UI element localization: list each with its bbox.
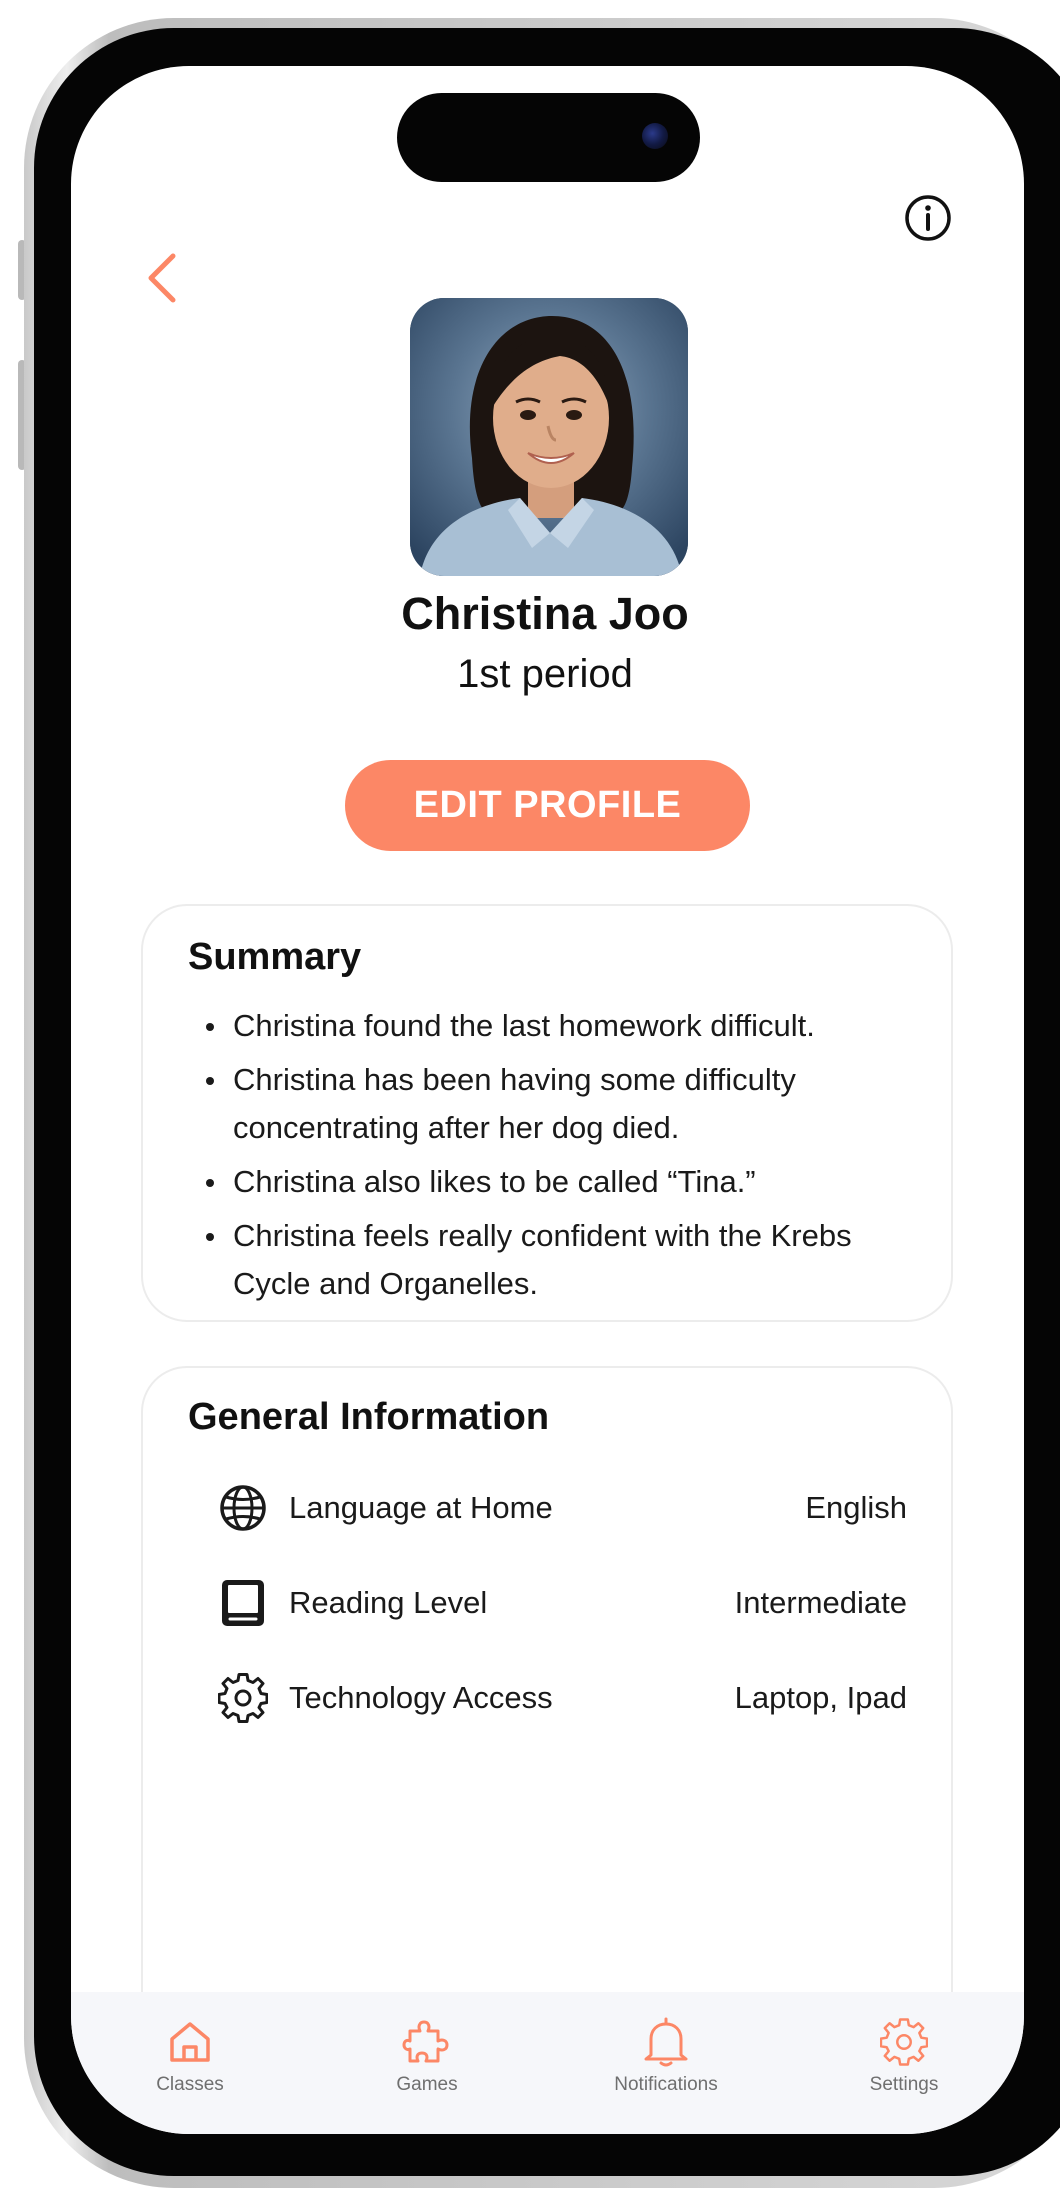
info-label: Technology Access	[289, 1680, 553, 1715]
summary-list: Christina found the last homework diffic…	[188, 1002, 928, 1314]
tab-bar: Classes Games Notifications Settings	[71, 1992, 1024, 2134]
info-row-technology-access: Technology Access Laptop, Ipad	[217, 1668, 907, 1728]
student-period: 1st period	[457, 652, 633, 696]
edit-profile-button[interactable]: EDIT PROFILE	[345, 760, 750, 851]
summary-title: Summary	[188, 936, 362, 978]
info-value: Laptop, Ipad	[734, 1680, 907, 1715]
back-button[interactable]	[140, 248, 184, 308]
general-information-card: General Information Language at Home Eng…	[141, 1366, 953, 2066]
tab-label: Games	[396, 2074, 458, 2095]
general-information-title: General Information	[188, 1396, 550, 1438]
info-row-reading-level: Reading Level Intermediate	[217, 1573, 907, 1633]
summary-item: Christina also likes to be called “Tina.…	[188, 1158, 928, 1206]
chevron-left-icon	[148, 253, 176, 303]
tab-label: Notifications	[614, 2074, 718, 2095]
info-value: Intermediate	[734, 1585, 907, 1620]
camera-lens	[642, 123, 668, 149]
summary-card: Summary Christina found the last homewor…	[141, 904, 953, 1322]
summary-item: Christina found the last homework diffic…	[188, 1002, 928, 1050]
book-icon	[217, 1577, 269, 1629]
app-stage: Christina Joo 1st period EDIT PROFILE Su…	[0, 0, 1060, 2194]
student-avatar	[410, 298, 688, 576]
summary-item: Christina has been having some difficult…	[188, 1056, 928, 1152]
gear-icon	[824, 2014, 984, 2070]
info-row-language: Language at Home English	[217, 1478, 907, 1538]
home-icon	[110, 2014, 270, 2070]
globe-icon	[217, 1482, 269, 1534]
tab-notifications[interactable]: Notifications	[586, 2014, 746, 2096]
student-photo	[410, 298, 688, 576]
tab-games[interactable]: Games	[347, 2014, 507, 2096]
bell-icon	[586, 2014, 746, 2070]
tab-label: Classes	[156, 2074, 224, 2095]
info-value: English	[805, 1490, 907, 1525]
student-name: Christina Joo	[401, 588, 689, 639]
info-label: Language at Home	[289, 1490, 553, 1525]
dynamic-island	[397, 93, 700, 182]
tab-label: Settings	[869, 2074, 939, 2095]
info-circle-icon	[905, 195, 951, 241]
tab-classes[interactable]: Classes	[110, 2014, 270, 2096]
info-label: Reading Level	[289, 1585, 488, 1620]
info-button[interactable]	[903, 193, 953, 243]
puzzle-icon	[347, 2014, 507, 2070]
summary-item: Christina feels really confident with th…	[188, 1212, 928, 1308]
tab-settings[interactable]: Settings	[824, 2014, 984, 2096]
gear-icon	[217, 1672, 269, 1724]
